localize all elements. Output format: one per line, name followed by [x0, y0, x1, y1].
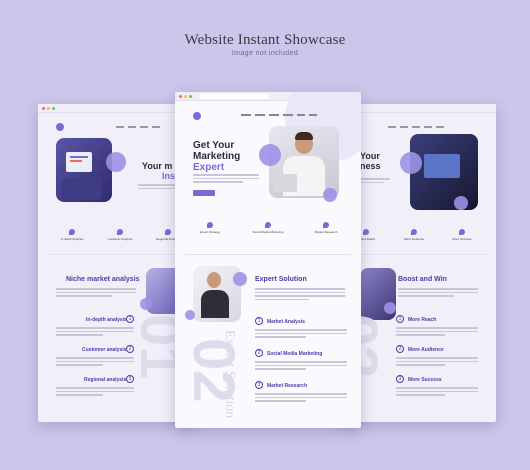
number-circle-icon: 2: [255, 349, 263, 357]
browser-chrome: [338, 104, 496, 113]
decor-circle: [384, 302, 396, 314]
list-item-text: [56, 357, 134, 368]
section-title: Niche market analysis: [66, 276, 140, 283]
number-circle-icon: 1: [255, 317, 263, 325]
browser-dot-icon: [189, 95, 192, 98]
logo-icon: [193, 112, 201, 120]
browser-chrome: [38, 104, 196, 113]
feature-item: More Audience: [398, 229, 430, 241]
list-item-text: [56, 327, 134, 338]
showcase-subtitle: Image not included: [231, 50, 299, 57]
feature-item: More Success: [446, 229, 478, 241]
address-bar[interactable]: [199, 94, 269, 99]
feature-icon: [165, 229, 171, 235]
feature-icon: [69, 229, 75, 235]
hero-heading: Your ness: [360, 151, 381, 171]
hero-heading: Get Your Marketing Expert: [193, 140, 241, 173]
section-text: [398, 288, 478, 299]
list-item-text: [255, 361, 347, 372]
divider: [185, 254, 351, 255]
list-item-text: [396, 357, 478, 368]
feature-icon: [459, 229, 465, 235]
feature-item: In-depth Analysis: [56, 229, 88, 241]
list-item-title: More Reach: [408, 317, 437, 323]
decor-circle: [454, 196, 468, 210]
list-item-text: [396, 387, 478, 398]
list-item-title: In-depth analysis: [86, 317, 127, 323]
list-item-text: [56, 387, 134, 398]
logo-icon: [56, 123, 64, 131]
section-text: [255, 288, 345, 302]
list-item-title: Customer analysis: [82, 347, 127, 353]
nav-menu[interactable]: [116, 126, 160, 128]
nav-menu[interactable]: [241, 114, 317, 116]
divider: [48, 254, 186, 255]
feature-icon: [363, 229, 369, 235]
right-page-mockup: Your ness Market Reach More Audience More…: [338, 104, 496, 422]
decor-circle: [400, 152, 422, 174]
hero-text: [193, 174, 259, 185]
decor-circle: [323, 188, 337, 202]
section-text: [56, 288, 136, 299]
feature-icon: [117, 229, 123, 235]
section-title: Expert Solution: [255, 276, 307, 283]
list-item-title: Market Analysis: [267, 319, 305, 325]
hero-heading: Your m Ins: [142, 161, 176, 181]
hero-cta-button[interactable]: [193, 190, 215, 196]
browser-dot-icon: [179, 95, 182, 98]
number-circle-icon: 1: [396, 315, 404, 323]
list-item-title: Social Media Marketing: [267, 351, 323, 357]
decor-circle: [140, 298, 152, 310]
decor-circle: [233, 272, 247, 286]
section-title: Boost and Win: [398, 276, 447, 283]
decor-circle: [185, 310, 195, 320]
list-item-title: More Audience: [408, 347, 444, 353]
feature-item: Social Media Marketing: [249, 222, 287, 234]
decor-circle: [259, 144, 281, 166]
left-page-mockup: Your m Ins In-depth Analysis Customer Ana…: [38, 104, 196, 422]
list-item-title: Market Research: [267, 383, 308, 389]
feature-icon: [411, 229, 417, 235]
list-item-title: Regional analysis: [84, 377, 127, 383]
browser-dot-icon: [52, 107, 55, 110]
big-section-number: 02: [181, 338, 246, 403]
feature-icon: [265, 222, 271, 228]
list-item-text: [255, 329, 347, 340]
list-item-text: [396, 327, 478, 338]
showcase-title: Website Instant Showcase: [184, 32, 346, 48]
number-circle-icon: 3: [255, 381, 263, 389]
feature-item: Customer Analysis: [104, 229, 136, 241]
feature-item: Market Research: [307, 222, 345, 234]
hero-text: [360, 178, 390, 185]
feature-icon: [323, 222, 329, 228]
list-item-title: More Success: [408, 377, 442, 383]
browser-dot-icon: [47, 107, 50, 110]
divider: [348, 254, 486, 255]
feature-icon: [207, 222, 213, 228]
hero-photo: [56, 138, 112, 202]
list-item-text: [255, 393, 347, 404]
number-circle-icon: 3: [396, 375, 404, 383]
browser-dot-icon: [42, 107, 45, 110]
nav-menu[interactable]: [388, 126, 444, 128]
decor-circle: [106, 152, 126, 172]
browser-dot-icon: [184, 95, 187, 98]
center-page-mockup: Get Your Marketing Expert Expert Strateg…: [175, 92, 361, 428]
feature-item: Expert Strategy: [191, 222, 229, 234]
number-circle-icon: 2: [396, 345, 404, 353]
hero-photo: [410, 134, 478, 210]
